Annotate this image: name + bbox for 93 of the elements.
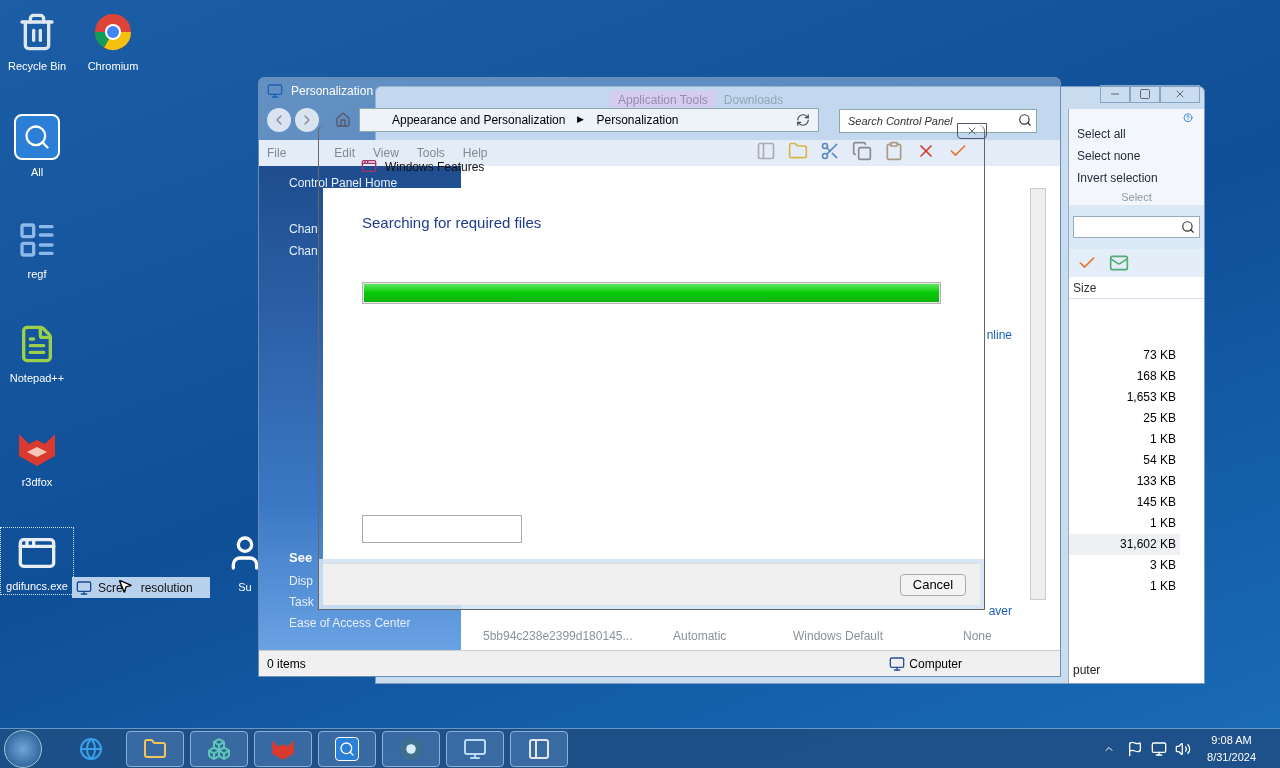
- cancel-button[interactable]: Cancel: [900, 573, 966, 596]
- search-app-icon: [14, 114, 60, 160]
- search-icon[interactable]: [1018, 113, 1032, 127]
- panel-icon[interactable]: [756, 141, 776, 161]
- icon-label[interactable]: regf: [27, 265, 47, 282]
- icon-label[interactable]: Su: [238, 578, 252, 595]
- start-button[interactable]: [4, 729, 42, 768]
- help-icon[interactable]: [1180, 113, 1196, 123]
- globe-icon: [79, 736, 103, 761]
- dialog-heading: Searching for required files: [362, 213, 543, 233]
- size-cell[interactable]: 133 KB: [1136, 471, 1180, 492]
- browser-logo-icon: [399, 736, 423, 761]
- close-button[interactable]: [957, 123, 987, 139]
- folder-icon: [143, 736, 167, 761]
- link-text[interactable]: nline: [986, 326, 1012, 344]
- input-field[interactable]: [362, 515, 522, 543]
- browser-logo-icon: [93, 11, 133, 52]
- folder-icon[interactable]: [788, 141, 808, 161]
- theme-label[interactable]: aver: [988, 602, 1012, 620]
- minimize-button[interactable]: [1100, 85, 1130, 103]
- network-icon[interactable]: [1151, 740, 1168, 757]
- theme-attribute: None: [963, 628, 992, 645]
- ribbon-command[interactable]: Select none: [1077, 144, 1196, 167]
- monitor-icon: [76, 579, 92, 596]
- speaker-icon[interactable]: [1175, 740, 1192, 757]
- sidebar-heading: See: [289, 548, 314, 567]
- search-app-icon: [335, 736, 359, 761]
- envelope-icon[interactable]: [1109, 253, 1129, 273]
- group-title: Select: [1120, 189, 1153, 205]
- size-cell[interactable]: 25 KB: [1143, 408, 1180, 429]
- taskbar-button[interactable]: [190, 730, 248, 767]
- scrollbar[interactable]: [1030, 188, 1046, 600]
- back-button[interactable]: [267, 108, 291, 132]
- ribbon-command[interactable]: Invert selection: [1077, 166, 1196, 189]
- home-icon[interactable]: [335, 112, 351, 128]
- taskbar-button[interactable]: [318, 730, 376, 767]
- theme-attribute: Windows Default: [793, 628, 884, 645]
- window-icon: [527, 736, 551, 761]
- size-cell[interactable]: 145 KB: [1136, 492, 1180, 513]
- size-cell[interactable]: 73 KB: [1143, 345, 1180, 366]
- scissors-icon[interactable]: [820, 141, 840, 161]
- search-icon: [1181, 220, 1195, 234]
- taskbar-button[interactable]: [126, 730, 184, 767]
- sidebar-link[interactable]: Control Panel Home: [289, 174, 431, 192]
- breadcrumb-item[interactable]: Appearance and Personalization: [392, 111, 566, 129]
- forward-button[interactable]: [295, 108, 319, 132]
- breadcrumb-separator: ▶: [577, 113, 585, 127]
- search-field[interactable]: [1073, 216, 1200, 238]
- status-text: puter: [1072, 662, 1102, 679]
- icon-label[interactable]: Recycle Bin: [7, 57, 67, 74]
- size-cell[interactable]: 54 KB: [1143, 450, 1180, 471]
- icon-label[interactable]: Chromium: [87, 57, 139, 74]
- maximize-button[interactable]: [1130, 85, 1160, 103]
- theme-attribute: Automatic: [673, 628, 727, 645]
- size-cell[interactable]: 1 KB: [1150, 429, 1180, 450]
- search-field[interactable]: Search Control Panel: [839, 109, 1037, 133]
- clock-time[interactable]: 9:08 AM: [1211, 732, 1252, 749]
- address-bar[interactable]: Appearance and Personalization ▶ Personalization: [359, 108, 819, 132]
- tooltip-text: Scre: [98, 579, 123, 597]
- copy-icon[interactable]: [852, 141, 872, 161]
- flag-icon[interactable]: [1127, 740, 1144, 757]
- theme-attribute: 5bb94c238e2399d180145...: [483, 628, 633, 645]
- clock-date[interactable]: 8/31/2024: [1207, 748, 1256, 765]
- taskbar-button[interactable]: [446, 730, 504, 767]
- refresh-icon[interactable]: [796, 113, 810, 127]
- size-cell[interactable]: 1 KB: [1150, 576, 1180, 597]
- icon-label[interactable]: All: [30, 164, 44, 181]
- cubes-icon: [207, 736, 231, 761]
- status-text: 0 items: [267, 655, 306, 673]
- size-cell[interactable]: 1 KB: [1150, 513, 1180, 534]
- column-header[interactable]: Size: [1069, 277, 1204, 299]
- close-icon: [966, 125, 978, 137]
- taskbar-button[interactable]: [510, 730, 568, 767]
- close-icon: [1174, 88, 1186, 100]
- status-text: Computer: [909, 655, 962, 673]
- breadcrumb-item[interactable]: Personalization: [596, 111, 679, 129]
- ribbon-command[interactable]: Select all: [1077, 122, 1196, 145]
- size-cell[interactable]: 3 KB: [1150, 555, 1180, 576]
- icon-label[interactable]: r3dfox: [21, 473, 53, 490]
- monitor-icon: [463, 736, 487, 761]
- app-icon: [361, 158, 377, 174]
- app-icon: [267, 83, 283, 99]
- taskbar-button[interactable]: [254, 730, 312, 767]
- size-cell[interactable]: 1,653 KB: [1126, 387, 1180, 408]
- tooltip-text: resolution: [140, 579, 193, 597]
- clipboard-icon[interactable]: [884, 141, 904, 161]
- taskbar-button[interactable]: [382, 730, 440, 767]
- size-cell[interactable]: 31,602 KB: [1069, 534, 1180, 555]
- size-cell[interactable]: 168 KB: [1136, 366, 1180, 387]
- window-title: Personalization: [291, 83, 374, 100]
- icon-label[interactable]: Notepad++: [9, 369, 65, 386]
- maximize-icon: [1139, 88, 1151, 100]
- computer-icon: [889, 655, 906, 672]
